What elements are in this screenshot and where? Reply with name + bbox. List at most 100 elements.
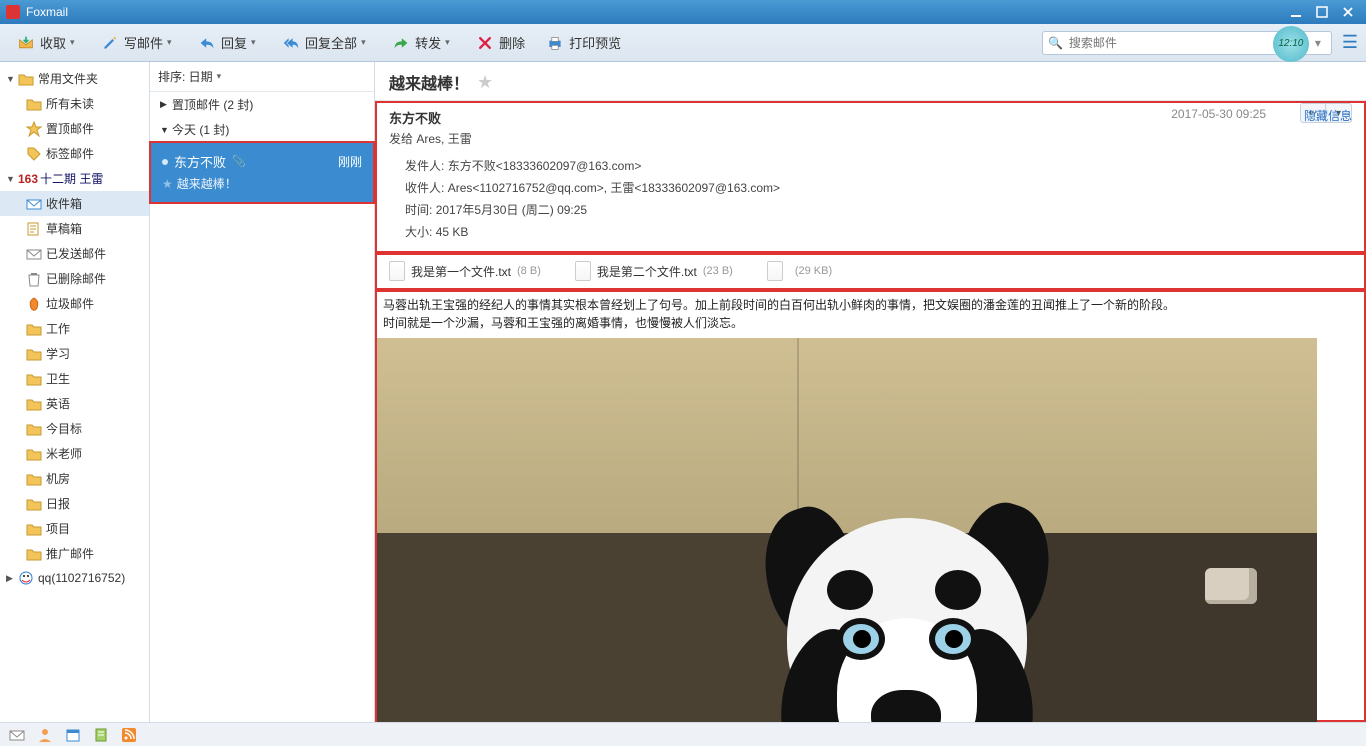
sb-calendar-icon[interactable] (64, 726, 82, 744)
reader-datetime: 2017-05-30 09:25 (1171, 107, 1266, 121)
file-icon (575, 261, 591, 281)
attachment-item[interactable]: (29 KB) (767, 261, 832, 281)
delete-label: 删除 (499, 33, 525, 52)
reply-all-icon (281, 33, 301, 53)
sidebar-item-machineroom[interactable]: 机房 (0, 466, 149, 491)
folder-icon (26, 521, 42, 537)
compose-icon (100, 33, 120, 53)
main-menu-button[interactable]: ☰ (1342, 32, 1358, 53)
star-icon: ★ (162, 177, 173, 191)
reader-pane: 越来越棒！ ★ ↩ ▾ 东方不败 发给 Ares, 王雷 2017-05-30 … (375, 62, 1366, 722)
folder-icon (26, 546, 42, 562)
receive-icon (16, 33, 36, 53)
sidebar-account-qq[interactable]: ▶ qq(1102716752) (0, 566, 149, 590)
sb-mail-icon[interactable] (8, 726, 26, 744)
reader-to: Ares, 王雷 (416, 132, 471, 146)
reply-all-button[interactable]: 回复全部▾ (273, 29, 379, 57)
sidebar-item-junk[interactable]: 垃圾邮件 (0, 291, 149, 316)
tag-icon (26, 146, 42, 162)
print-icon (545, 33, 565, 53)
list-sort[interactable]: 排序: 日期▾ (150, 62, 374, 92)
sidebar-item-daily[interactable]: 日报 (0, 491, 149, 516)
sidebar-item-sent[interactable]: 已发送邮件 (0, 241, 149, 266)
status-bar (0, 722, 1366, 746)
reply-label: 回复 (221, 33, 247, 52)
compose-label: 写邮件 (124, 33, 163, 52)
minimize-button[interactable] (1284, 4, 1308, 20)
delete-icon (475, 33, 495, 53)
sidebar-account-163[interactable]: ▼ 163 十二期 王雷 (0, 166, 149, 191)
sidebar-item-study[interactable]: 学习 (0, 341, 149, 366)
inbox-icon (26, 196, 42, 212)
attachment-bar: 我是第一个文件.txt(8 B) 我是第二个文件.txt(23 B) (29 K… (375, 253, 1366, 290)
folder-icon (26, 346, 42, 362)
sidebar-item-english[interactable]: 英语 (0, 391, 149, 416)
forward-icon (391, 33, 411, 53)
sidebar: ▼ 常用文件夹 所有未读 置顶邮件 标签邮件 ▼ 163 十二期 王雷 收件箱 … (0, 62, 150, 722)
folder-icon (26, 446, 42, 462)
receive-button[interactable]: 收取▾ (8, 29, 88, 57)
sidebar-item-drafts[interactable]: 草稿箱 (0, 216, 149, 241)
attachment-icon: 📎 (232, 155, 246, 168)
compose-button[interactable]: 写邮件▾ (92, 29, 185, 57)
folder-icon (26, 471, 42, 487)
list-group-pinned[interactable]: ▶置顶邮件 (2 封) (150, 92, 374, 117)
sidebar-item-unread[interactable]: 所有未读 (0, 91, 149, 116)
forward-label: 转发 (415, 33, 441, 52)
sidebar-group-common[interactable]: ▼ 常用文件夹 (0, 66, 149, 91)
forward-button[interactable]: 转发▾ (383, 29, 463, 57)
close-button[interactable] (1336, 4, 1360, 20)
sb-contacts-icon[interactable] (36, 726, 54, 744)
sidebar-item-work[interactable]: 工作 (0, 316, 149, 341)
sidebar-item-goal[interactable]: 今目标 (0, 416, 149, 441)
print-preview-button[interactable]: 打印预览 (537, 29, 629, 57)
star-icon (26, 121, 42, 137)
sb-rss-icon[interactable] (120, 726, 138, 744)
file-icon (767, 261, 783, 281)
file-icon (389, 261, 405, 281)
reply-icon (197, 33, 217, 53)
sidebar-item-health[interactable]: 卫生 (0, 366, 149, 391)
sidebar-item-pinned[interactable]: 置顶邮件 (0, 116, 149, 141)
sidebar-item-project[interactable]: 项目 (0, 516, 149, 541)
delete-button[interactable]: 删除 (467, 29, 533, 57)
mail-list-item[interactable]: 东方不败📎 刚刚 ★越来越棒！ (150, 142, 374, 203)
maximize-button[interactable] (1310, 4, 1334, 20)
star-toggle[interactable]: ★ (477, 72, 493, 93)
detail-sender: 东方不败<18333602097@163.com> (448, 159, 642, 173)
search-box[interactable]: 🔍 12:10 ▾ (1042, 31, 1332, 55)
list-group-today[interactable]: ▼今天 (1 封) (150, 117, 374, 142)
reader-details: 发件人: 东方不败<18333602097@163.com> 收件人: Ares… (389, 149, 1352, 249)
titlebar: Foxmail (0, 0, 1366, 24)
sidebar-item-promo[interactable]: 推广邮件 (0, 541, 149, 566)
reader-subject: 越来越棒！ (389, 70, 469, 94)
mail-list: 排序: 日期▾ ▶置顶邮件 (2 封) ▼今天 (1 封) 东方不败 📎 刚刚 ★… (150, 62, 375, 722)
search-dropdown-icon[interactable]: ▾ (1309, 36, 1327, 50)
mail-item-from: 东方不败 (174, 152, 226, 171)
folder-icon (26, 396, 42, 412)
hide-info-link[interactable]: 隐藏信息 (1304, 107, 1352, 124)
reply-all-label: 回复全部 (305, 33, 357, 52)
folder-icon (26, 321, 42, 337)
print-label: 打印预览 (569, 33, 621, 52)
folder-icon (26, 96, 42, 112)
toolbar: 收取▾ 写邮件▾ 回复▾ 回复全部▾ 转发▾ 删除 打印预览 🔍 12:10 ▾… (0, 24, 1366, 62)
attachment-item[interactable]: 我是第二个文件.txt(23 B) (575, 261, 733, 281)
unread-dot-icon (162, 159, 168, 165)
sb-notes-icon[interactable] (92, 726, 110, 744)
sidebar-item-milaoshi[interactable]: 米老师 (0, 441, 149, 466)
folder-icon (26, 371, 42, 387)
junk-icon (26, 296, 42, 312)
qq-icon (18, 570, 34, 586)
reply-button[interactable]: 回复▾ (189, 29, 269, 57)
sidebar-item-deleted[interactable]: 已删除邮件 (0, 266, 149, 291)
attachment-item[interactable]: 我是第一个文件.txt(8 B) (389, 261, 541, 281)
reader-header: 越来越棒！ ★ (375, 62, 1366, 101)
reader-body[interactable]: 马蓉出轨王宝强的经纪人的事情其实根本曾经划上了句号。加上前段时间的白百何出轨小鲜… (375, 290, 1366, 722)
body-text: 马蓉出轨王宝强的经纪人的事情其实根本曾经划上了句号。加上前段时间的白百何出轨小鲜… (377, 292, 1364, 338)
app-title: Foxmail (26, 5, 68, 19)
folder-icon (18, 71, 34, 87)
sidebar-item-tagged[interactable]: 标签邮件 (0, 141, 149, 166)
sidebar-item-inbox[interactable]: 收件箱 (0, 191, 149, 216)
mail-item-time: 刚刚 (338, 153, 362, 170)
